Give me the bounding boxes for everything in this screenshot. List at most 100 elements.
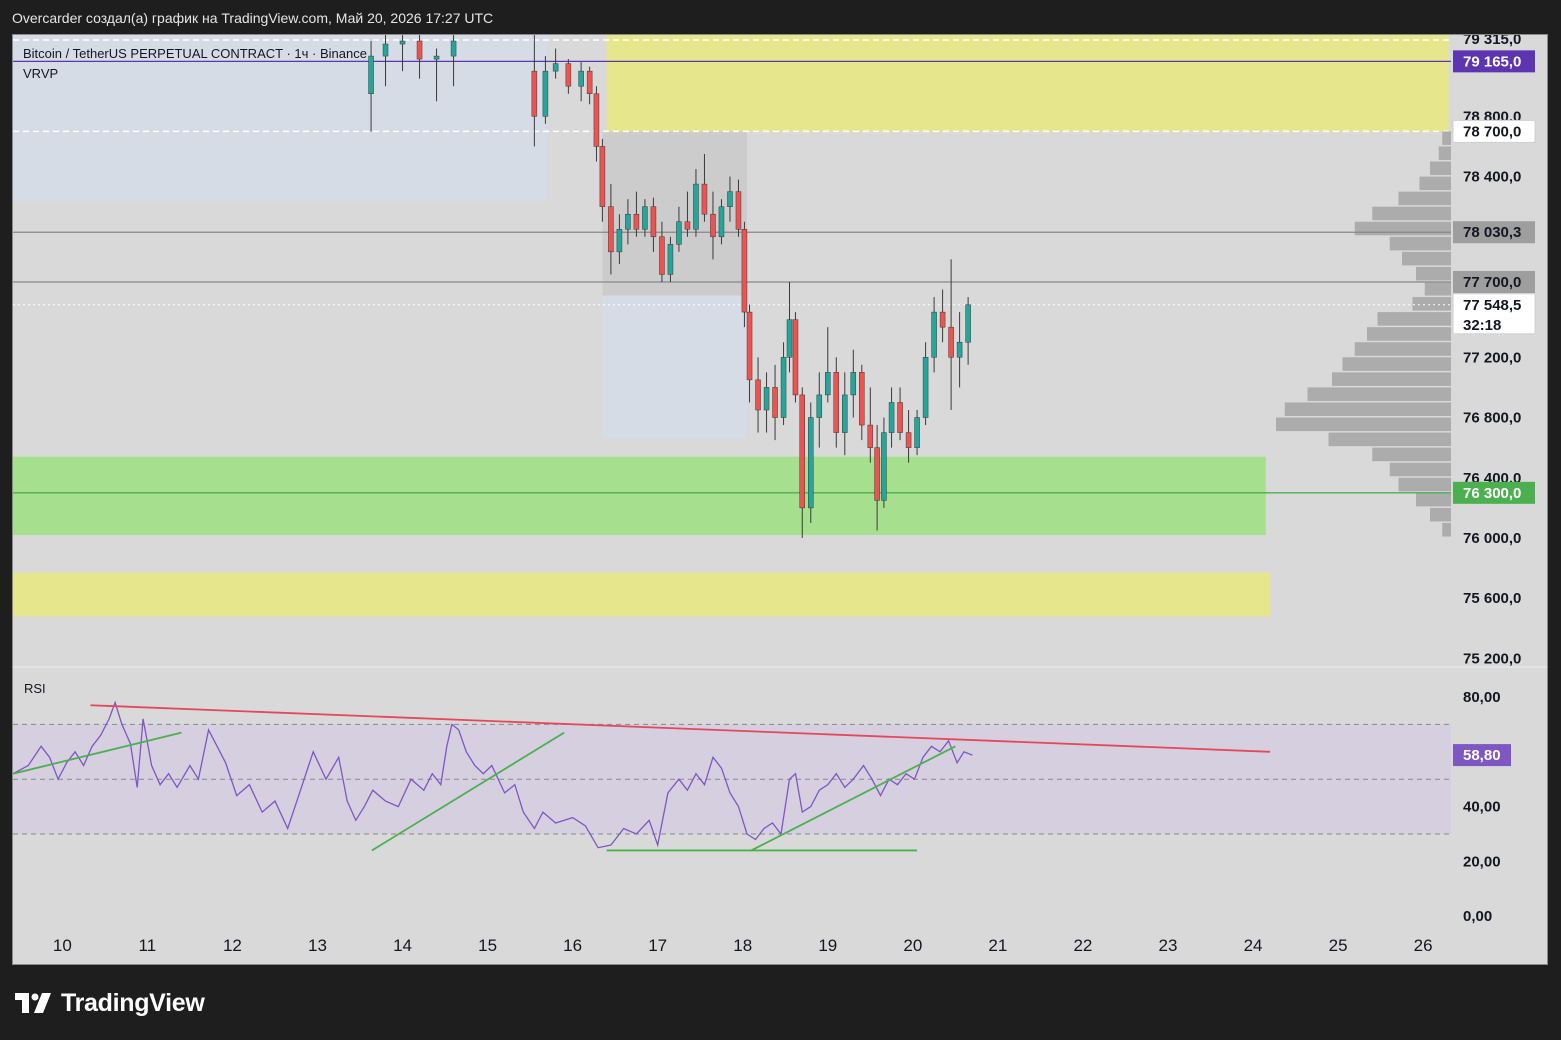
candle-body xyxy=(825,372,831,396)
rsi-tick-label: 20,00 xyxy=(1463,853,1501,870)
candle-body xyxy=(368,55,374,94)
candle-body xyxy=(772,387,778,418)
time-tick-label: 20 xyxy=(903,936,922,955)
candle-body xyxy=(859,372,865,426)
candle-body xyxy=(905,432,912,448)
chart-canvas[interactable]: 79 315,078 800,078 400,077 200,076 800,0… xyxy=(13,35,1547,964)
candle-body xyxy=(578,70,584,87)
volume-profile-bar xyxy=(1354,221,1451,236)
candle-body xyxy=(780,357,787,418)
time-tick-label: 12 xyxy=(223,936,242,955)
candle-body xyxy=(710,213,716,238)
time-tick-label: 11 xyxy=(139,936,157,955)
time-tick-label: 22 xyxy=(1073,936,1092,955)
volume-profile-bar xyxy=(1276,417,1451,432)
chart-caption: Overcarder создал(а) график на TradingVi… xyxy=(12,10,494,26)
rsi-pane-label: RSI xyxy=(24,681,46,696)
candle-body xyxy=(808,417,814,509)
rsi-current-label: 58,80 xyxy=(1463,747,1501,764)
candle-body xyxy=(684,221,691,230)
candle-body xyxy=(642,206,648,230)
price-tick-label: 77 200,0 xyxy=(1463,349,1521,366)
volume-profile-bar xyxy=(1328,432,1451,447)
volume-profile-bar xyxy=(1332,372,1451,386)
volume-profile-bar xyxy=(1412,297,1451,311)
supply-zone-upper[interactable] xyxy=(606,35,1449,132)
chart-legend[interactable]: Bitcoin / TetherUS PERPETUAL CONTRACT · … xyxy=(23,44,367,84)
time-tick-label: 14 xyxy=(393,936,412,955)
supply-zone-lower[interactable] xyxy=(13,572,1271,617)
tradingview-brand[interactable]: TradingView xyxy=(15,988,205,1018)
candle-body xyxy=(416,40,423,60)
volume-profile-bar xyxy=(1416,492,1451,507)
volume-profile-bar xyxy=(1438,146,1451,161)
candle-body xyxy=(542,70,549,117)
time-tick-label: 26 xyxy=(1414,936,1433,955)
candle-body xyxy=(922,357,929,418)
time-tick-label: 23 xyxy=(1159,936,1178,955)
volume-profile-bar xyxy=(1442,522,1451,537)
time-tick-label: 15 xyxy=(478,936,497,955)
candle-body xyxy=(792,319,799,396)
candle-body xyxy=(616,229,623,253)
time-tick-label: 17 xyxy=(648,936,667,955)
volume-profile-bar xyxy=(1307,387,1451,401)
time-tick-label: 10 xyxy=(53,936,72,955)
candle-body xyxy=(599,146,606,207)
candle-body xyxy=(659,236,665,275)
candle-body xyxy=(676,221,682,245)
candle-body xyxy=(833,372,840,433)
volume-profile-bar xyxy=(1424,281,1451,296)
rsi-band xyxy=(13,724,1451,834)
candle-body xyxy=(931,311,937,358)
candle-body xyxy=(746,311,753,381)
volume-profile-bar xyxy=(1372,206,1451,221)
candle-body xyxy=(799,394,806,509)
candle-countdown: 32:18 xyxy=(1463,317,1501,334)
volume-profile-bar xyxy=(1430,161,1451,176)
volume-profile-bar xyxy=(1398,477,1451,492)
brand-name: TradingView xyxy=(61,988,205,1017)
candle-body xyxy=(850,372,857,396)
volume-profile-bar xyxy=(1377,312,1451,326)
candle-body xyxy=(965,304,971,343)
demand-zone[interactable] xyxy=(13,456,1266,535)
candle-body xyxy=(586,70,593,94)
chart-area[interactable]: 79 315,0 78 800,0 78 400,0 77 200,0 76 800,0… xyxy=(12,34,1548,965)
volume-profile-bar xyxy=(1402,251,1451,266)
candle-body xyxy=(633,213,640,230)
volume-profile-bar xyxy=(1430,507,1451,522)
price-label-value: 76 300,0 xyxy=(1463,485,1521,502)
candle-body xyxy=(433,55,440,60)
price-label-value: 77 700,0 xyxy=(1463,274,1521,291)
candle-body xyxy=(786,319,793,358)
indicator-label[interactable]: VRVP xyxy=(23,64,367,84)
price-tick-label: 75 600,0 xyxy=(1463,590,1521,607)
rsi-tick-label: 80,00 xyxy=(1463,689,1501,706)
volume-profile-bar xyxy=(1284,402,1451,417)
range-box-gray[interactable] xyxy=(602,131,747,296)
candle-body xyxy=(897,402,903,433)
price-label-value: 78 700,0 xyxy=(1463,123,1521,140)
volume-profile-bar xyxy=(1354,342,1451,356)
candle-body xyxy=(816,394,823,418)
candle-body xyxy=(650,206,657,238)
time-tick-label: 19 xyxy=(818,936,837,955)
volume-profile-bar xyxy=(1389,462,1451,477)
time-tick-label: 21 xyxy=(988,936,1007,955)
candle-body xyxy=(881,432,887,501)
candle-body xyxy=(735,191,742,230)
candle-body xyxy=(667,244,674,275)
symbol-title[interactable]: Bitcoin / TetherUS PERPETUAL CONTRACT · … xyxy=(23,44,367,64)
range-box-lower[interactable] xyxy=(602,295,747,439)
candle-body xyxy=(693,183,699,230)
candle-body xyxy=(450,40,457,57)
volume-profile-bar xyxy=(1372,447,1451,462)
rsi-tick-label: 40,00 xyxy=(1463,799,1501,816)
time-tick-label: 24 xyxy=(1244,936,1263,955)
volume-profile-bar xyxy=(1442,131,1451,145)
volume-profile-bar xyxy=(1398,191,1451,206)
time-tick-label: 16 xyxy=(563,936,582,955)
candle-body xyxy=(914,417,920,448)
time-tick-label: 25 xyxy=(1329,936,1348,955)
